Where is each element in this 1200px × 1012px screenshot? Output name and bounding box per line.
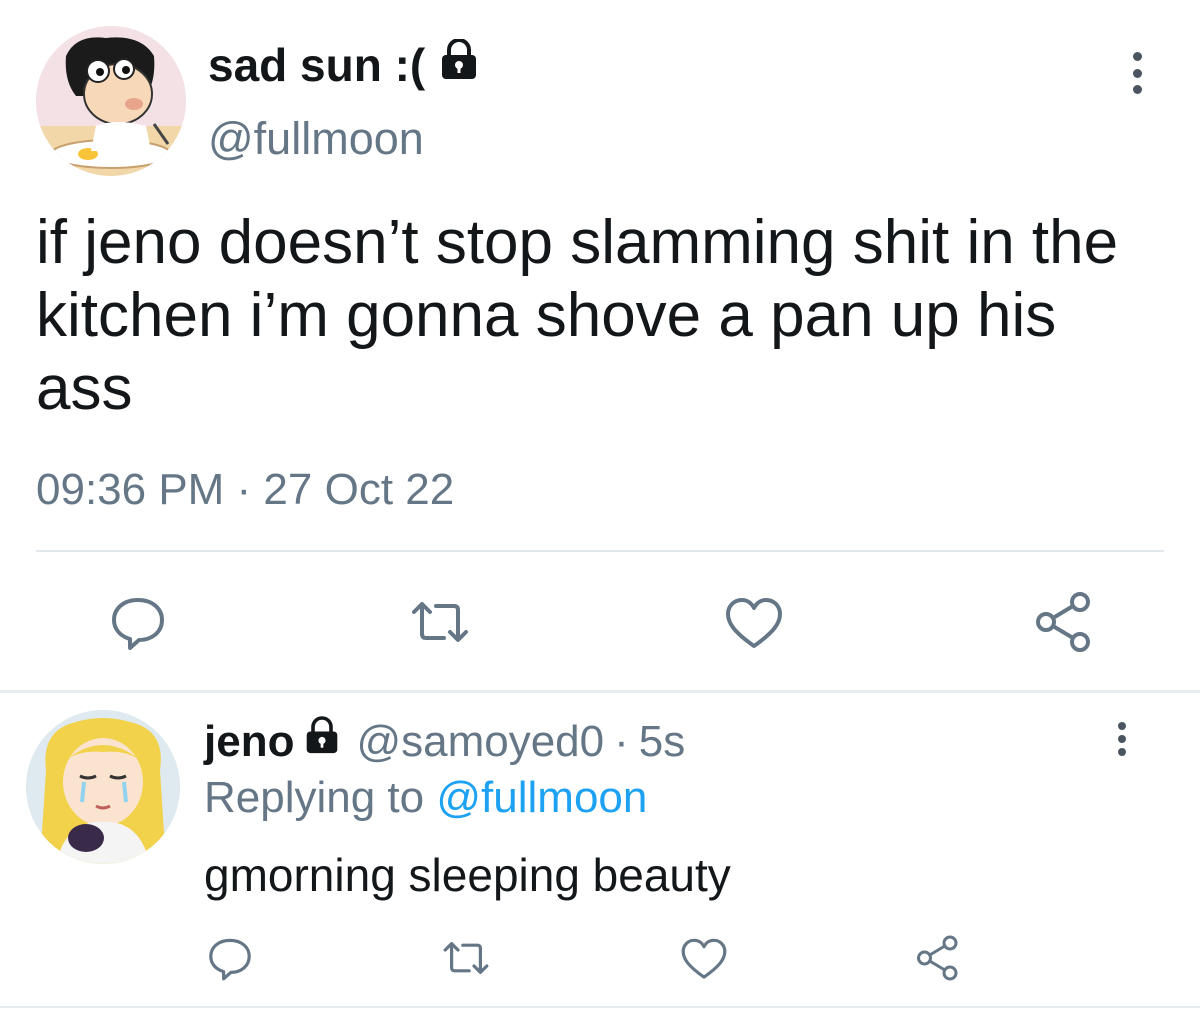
replying-to: Replying to @fullmoon [204, 773, 647, 823]
more-dot [1118, 735, 1126, 743]
retweet-icon [443, 942, 489, 974]
reply-button[interactable] [204, 932, 256, 984]
handle[interactable]: @fullmoon [208, 113, 424, 165]
share-icon [1036, 592, 1090, 652]
more-dot [1132, 52, 1142, 61]
divider [0, 1006, 1200, 1008]
retweet-button[interactable] [438, 932, 494, 984]
more-dot [1132, 68, 1142, 78]
share-icon [917, 935, 958, 981]
share-button[interactable] [912, 932, 964, 984]
more-dot [1118, 722, 1126, 730]
reply-handle[interactable]: @samoyed0 [356, 717, 604, 767]
reply-button[interactable] [106, 590, 170, 654]
replying-to-label: Replying to [204, 773, 425, 822]
reply-icon [112, 598, 164, 650]
lock-icon [304, 716, 340, 767]
retweet-icon [412, 602, 468, 642]
heart-icon [726, 598, 782, 648]
reply-separator: · [614, 716, 629, 766]
reply-icon [209, 938, 251, 981]
avatar[interactable] [36, 26, 186, 176]
replying-to-handle[interactable]: @fullmoon [436, 773, 647, 822]
heart-icon [681, 938, 727, 979]
tweet-text: if jeno doesn’t stop slamming shit in th… [36, 208, 1119, 423]
divider [0, 690, 1200, 693]
reply-avatar[interactable] [26, 710, 180, 864]
share-button[interactable] [1032, 590, 1096, 654]
more-vertical-icon[interactable] [1124, 52, 1150, 94]
display-name-text: sad sun :( [208, 39, 426, 91]
more-dot [1118, 748, 1126, 756]
display-name[interactable]: sad sun :( [208, 38, 479, 92]
more-vertical-icon[interactable] [1112, 722, 1132, 756]
reply-text: gmorning sleeping beauty [204, 849, 731, 901]
more-dot [1132, 85, 1142, 94]
divider [36, 550, 1164, 552]
like-button[interactable] [722, 592, 786, 656]
like-button[interactable] [678, 934, 730, 984]
reply-time[interactable]: 5s [639, 717, 685, 767]
tweet-timestamp[interactable]: 09:36 PM · 27 Oct 22 [36, 465, 454, 515]
lock-icon [439, 38, 479, 92]
reply-header: jeno @samoyed0 · 5s [204, 716, 685, 767]
retweet-button[interactable] [408, 590, 472, 654]
reply-display-name[interactable]: jeno [204, 717, 294, 767]
